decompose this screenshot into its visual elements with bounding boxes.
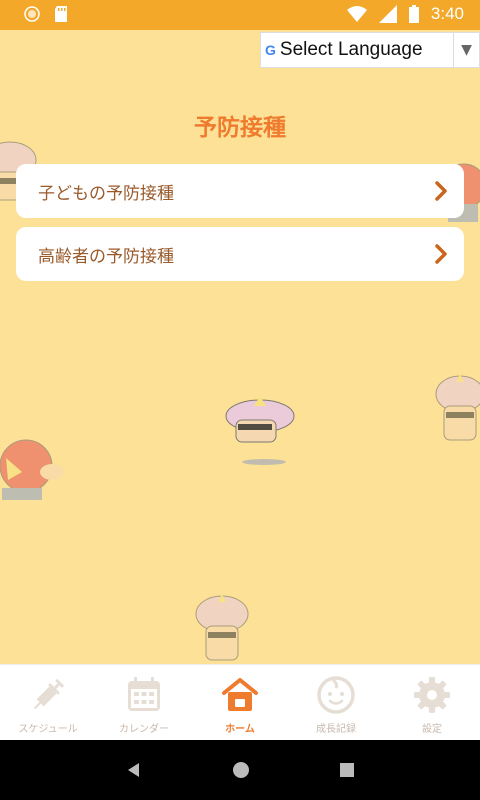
menu-item-label: 高齢者の予防接種 [38,246,174,267]
calendar-icon [124,675,164,715]
sd-card-icon [55,6,67,22]
sync-icon [24,6,40,22]
battery-icon [408,5,419,23]
tab-label: 成長記録 [316,724,356,735]
bottom-tab-bar: スケジュール カレンダー ホーム 成長記録 設定 [0,664,480,740]
signal-icon [378,5,397,23]
tab-calendar[interactable]: カレンダー [96,665,192,740]
home-icon [220,675,260,715]
mascot-onion-bottom-icon [195,594,249,661]
gear-icon [412,675,452,715]
main-content: G Select Language ▼ 予防接種 子どもの予防接種 高齢者の予防… [0,30,480,664]
back-icon[interactable] [125,761,143,779]
tab-label: スケジュール [18,724,78,735]
menu-item-elderly-vaccination[interactable]: 高齢者の予防接種 [16,227,464,281]
menu-item-label: 子どもの予防接種 [38,183,174,204]
status-bar: 3:40 [0,0,480,30]
mascot-apple-left-icon [0,439,64,500]
google-icon: G [265,42,276,58]
mascot-onion-center-icon [225,396,295,465]
system-nav-bar [0,740,480,800]
language-select-label: Select Language [279,39,423,60]
tab-home[interactable]: ホーム [192,665,288,740]
wifi-icon [346,6,367,22]
dropdown-arrow-icon: ▼ [453,32,479,68]
tab-schedule[interactable]: スケジュール [0,665,96,740]
chevron-right-icon [435,244,447,264]
baby-face-icon [316,675,356,715]
recents-icon[interactable] [339,762,355,778]
page-title: 予防接種 [194,115,286,141]
home-circle-icon[interactable] [232,761,250,779]
chevron-right-icon [435,181,447,201]
tab-settings[interactable]: 設定 [384,665,480,740]
tab-label: ホーム [225,724,255,735]
tab-label: カレンダー [119,724,169,735]
tab-label: 設定 [422,724,442,735]
language-select[interactable]: G Select Language ▼ [260,32,480,68]
syringe-icon [28,675,68,715]
tab-growth-record[interactable]: 成長記録 [288,665,384,740]
status-time: 3:40 [430,4,464,23]
menu-item-child-vaccination[interactable]: 子どもの予防接種 [16,164,464,218]
mascot-onion-right-icon [435,374,480,441]
